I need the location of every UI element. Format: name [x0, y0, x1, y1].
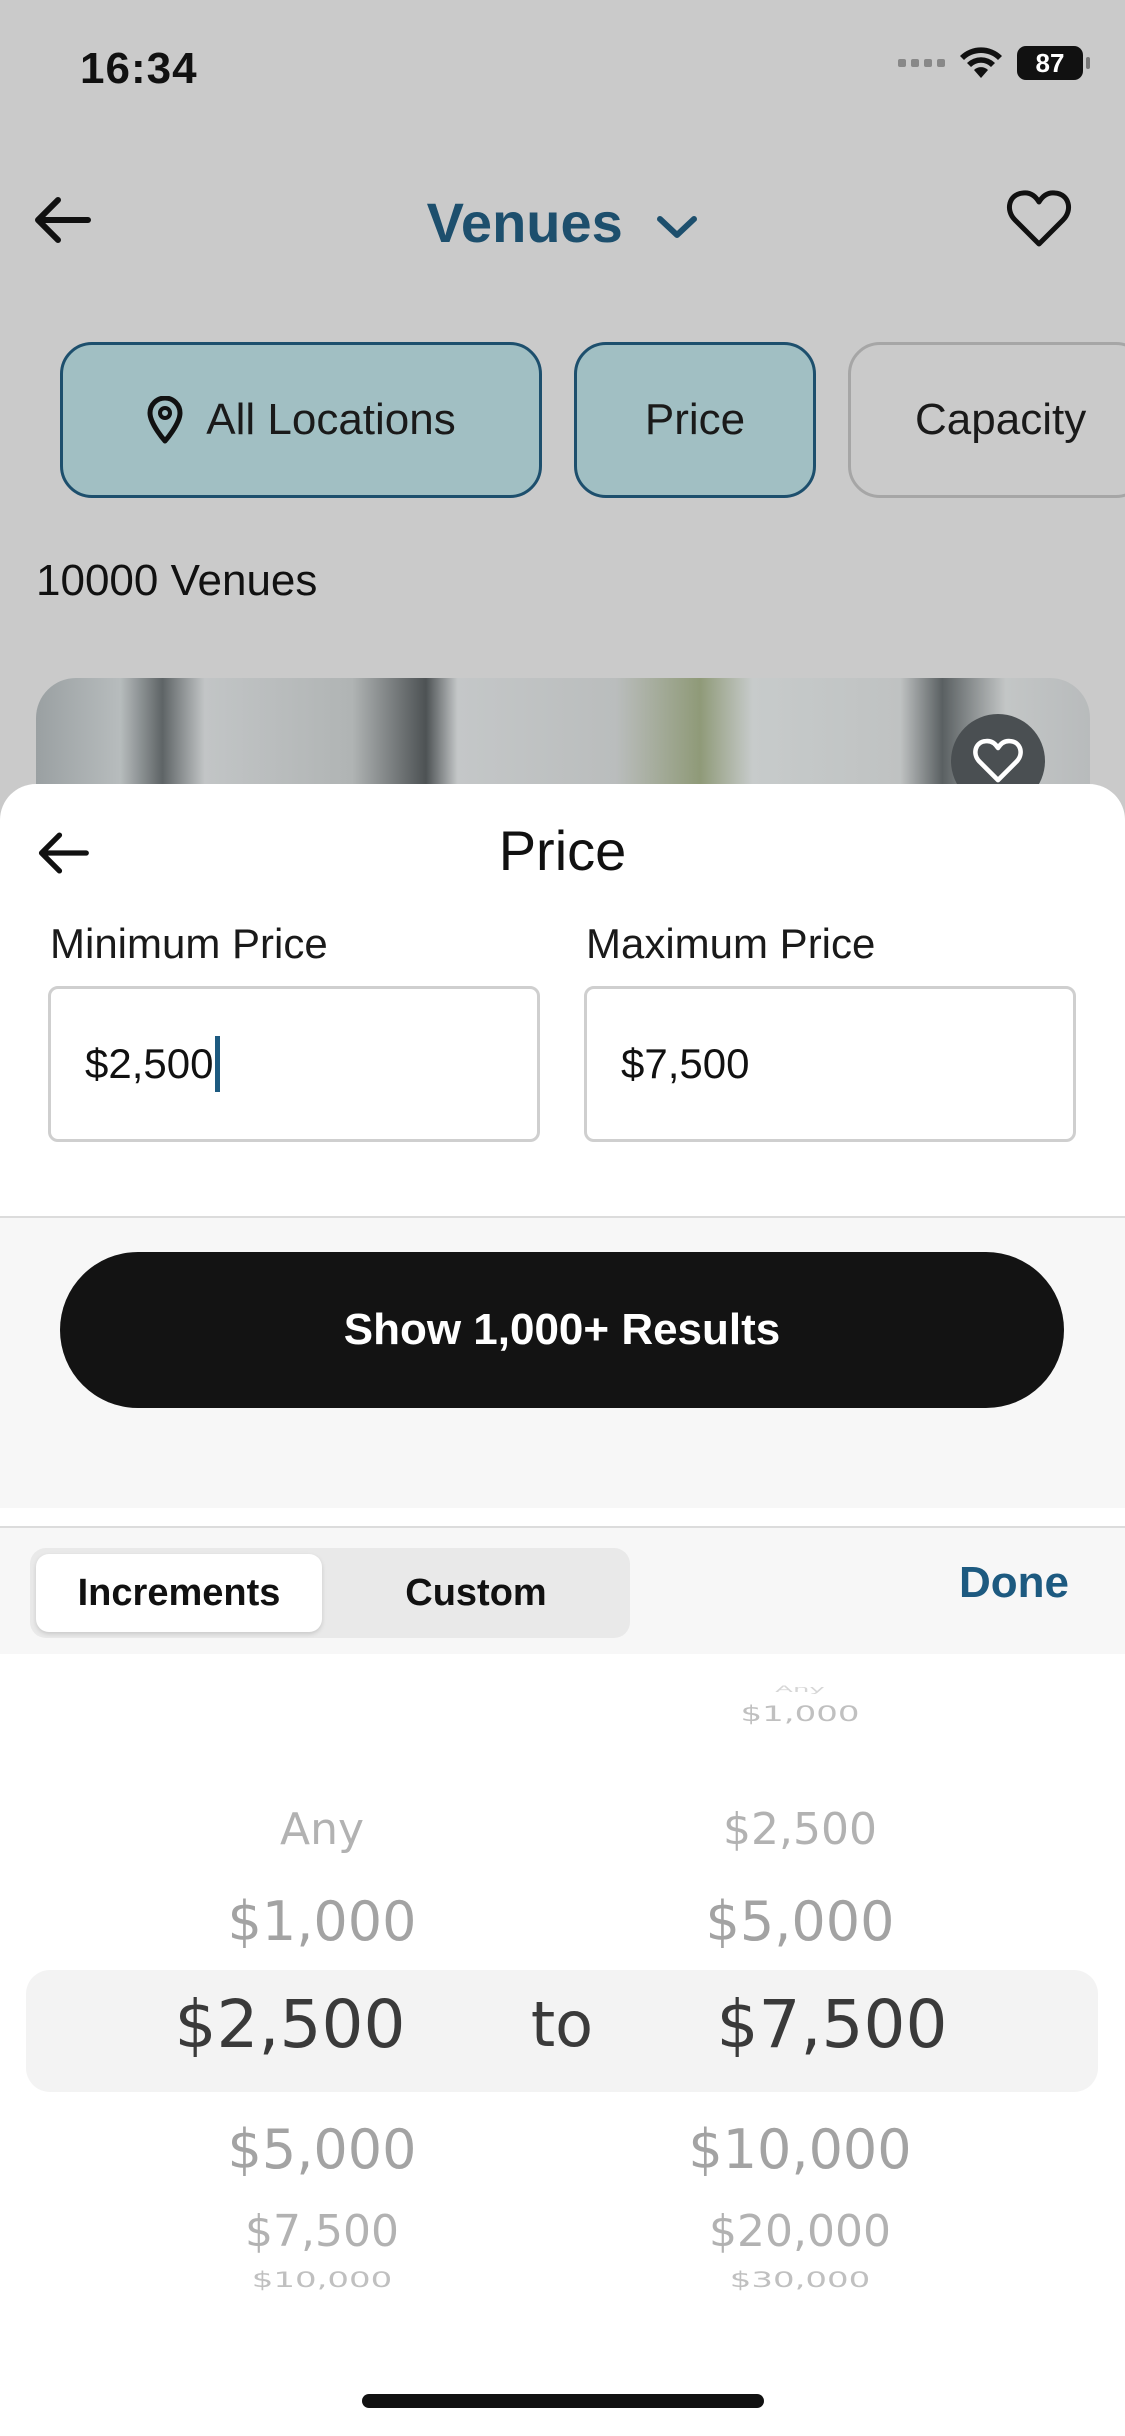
top-bar: Venues: [0, 170, 1125, 270]
venue-count: 10000 Venues: [36, 556, 318, 605]
max-price-field[interactable]: $7,500: [584, 986, 1076, 1142]
battery-icon: 87: [1017, 46, 1090, 80]
filter-chip-capacity[interactable]: Capacity: [848, 342, 1125, 498]
mode-segmented-control: Increments Custom: [30, 1548, 630, 1638]
wifi-icon: [960, 47, 1002, 78]
picker-toolbar: Increments Custom Done: [0, 1528, 1125, 1654]
picker-left-selected[interactable]: $2,500: [175, 1986, 406, 2063]
filter-chips: All Locations Price Capacity: [60, 342, 1125, 498]
picker-right-option[interactable]: $20,000: [709, 2206, 891, 2257]
picker-right-option[interactable]: $30,000: [730, 2268, 871, 2293]
picker-left-option[interactable]: $1,000: [228, 1890, 417, 1953]
done-button[interactable]: Done: [959, 1558, 1069, 1608]
picker-left-option[interactable]: $7,500: [245, 2206, 399, 2257]
home-indicator: [362, 2394, 764, 2408]
show-results-button[interactable]: Show 1,000+ Results: [60, 1252, 1064, 1408]
picker-left-option[interactable]: $10,000: [252, 2268, 393, 2293]
favorite-heart-icon[interactable]: [1005, 188, 1073, 250]
status-time: 16:34: [80, 44, 198, 93]
tab-custom[interactable]: Custom: [328, 1554, 624, 1632]
chevron-down-icon: [657, 216, 698, 239]
filter-chip-location-label: All Locations: [206, 395, 456, 444]
picker-to-label: to: [530, 1988, 594, 2061]
picker-left-option[interactable]: Any: [280, 1804, 364, 1855]
max-price-label: Maximum Price: [586, 920, 876, 967]
picker-right-option[interactable]: $5,000: [706, 1890, 895, 1953]
picker-right-option[interactable]: $2,500: [723, 1804, 877, 1855]
results-area: Show 1,000+ Results: [0, 1218, 1125, 1508]
price-sheet: Price Minimum Price Maximum Price $2,500…: [0, 784, 1125, 2436]
cellular-signal-icon: [898, 59, 945, 67]
status-bar: 16:34 87: [0, 0, 1125, 140]
picker-right-option[interactable]: Any: [775, 1684, 825, 1695]
location-pin-icon: [147, 396, 183, 444]
picker-right-option[interactable]: $1,000: [741, 1702, 860, 1727]
tab-increments[interactable]: Increments: [36, 1554, 322, 1632]
filter-chip-price[interactable]: Price: [574, 342, 816, 498]
max-price-value: $7,500: [621, 1040, 750, 1087]
sheet-header: Price: [0, 784, 1125, 904]
picker-right-selected[interactable]: $7,500: [717, 1986, 948, 2063]
min-price-field[interactable]: $2,500: [48, 986, 540, 1142]
venues-dropdown[interactable]: Venues: [0, 190, 1125, 255]
sheet-title: Price: [498, 819, 627, 882]
min-price-label: Minimum Price: [50, 920, 328, 967]
picker-left-option[interactable]: $5,000: [228, 2118, 417, 2181]
heart-icon: [973, 738, 1023, 783]
status-icons: 87: [898, 46, 1090, 80]
filter-chip-location[interactable]: All Locations: [60, 342, 542, 498]
min-price-value: $2,500: [85, 1040, 214, 1087]
price-range-picker[interactable]: Any $1,000 $2,500 $5,000 $7,500 $10,000 …: [0, 1654, 1125, 2314]
text-cursor: [215, 1036, 221, 1092]
picker-right-option[interactable]: $10,000: [688, 2118, 911, 2181]
page-title: Venues: [426, 191, 623, 254]
